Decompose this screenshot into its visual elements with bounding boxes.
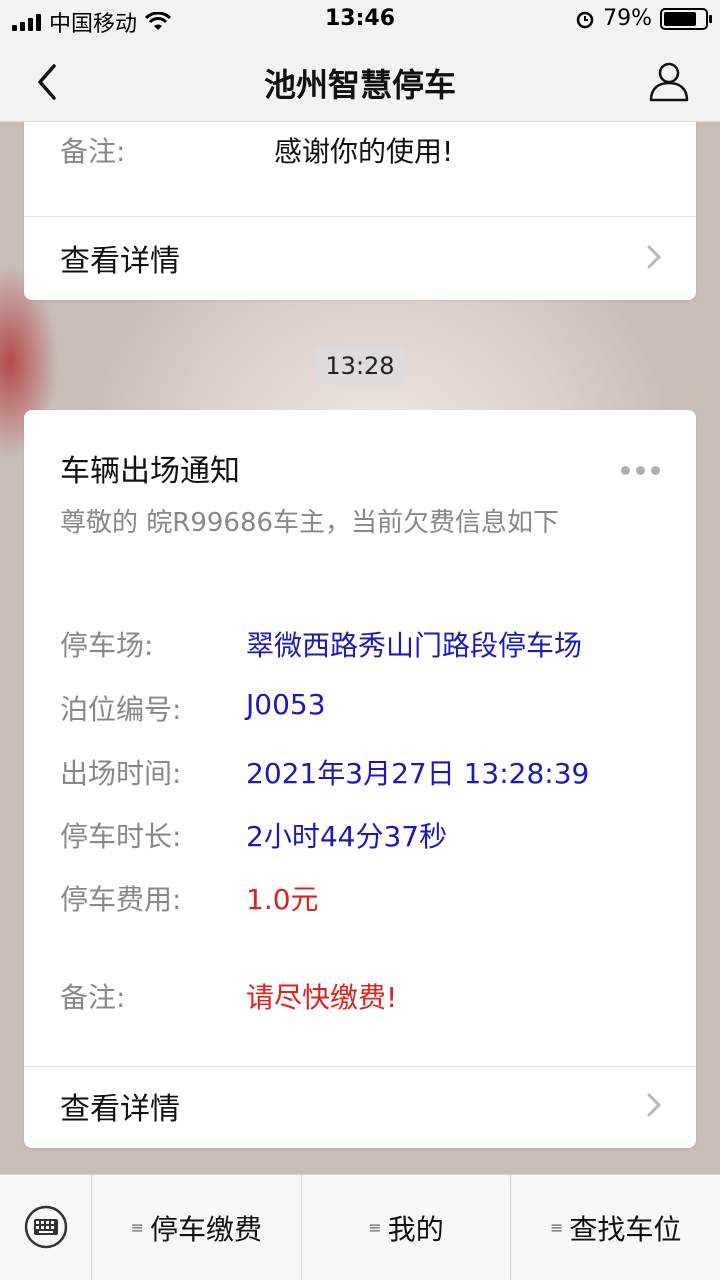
card-divider (24, 216, 696, 217)
berth-number-value: J0053 (246, 688, 326, 721)
view-details-link[interactable]: 查看详情 (60, 236, 180, 280)
exit-time-label: 出场时间: (60, 757, 182, 790)
nav-bar: 池州智慧停车 (0, 40, 720, 122)
message-timestamp: 13:28 (315, 347, 405, 385)
view-details-link[interactable]: 查看详情 (60, 1084, 180, 1128)
keyboard-toggle-button[interactable] (0, 1175, 92, 1280)
menu-label: 我的 (387, 1212, 444, 1246)
duration-label: 停车时长: (60, 820, 182, 853)
chevron-right-icon (647, 245, 662, 269)
card-title: 车辆出场通知 (60, 454, 240, 489)
exit-time-value: 2021年3月27日 13:28:39 (246, 757, 590, 790)
duration-value: 2小时44分37秒 (246, 820, 448, 853)
remark-label: 备注: (60, 135, 126, 168)
menu-label: 查找车位 (569, 1212, 682, 1246)
berth-number-label: 泊位编号: (60, 693, 182, 726)
fee-value: 1.0元 (246, 883, 319, 916)
message-card-previous: 备注: 感谢你的使用! 查看详情 (24, 122, 696, 300)
battery-percent: 79% (603, 6, 652, 31)
remark-value: 请尽快缴费! (246, 981, 398, 1014)
card-divider (24, 1066, 696, 1067)
parking-lot-value: 翠微西路秀山门路段停车场 (246, 629, 583, 662)
menu-parking-payment[interactable]: ≡ 停车缴费 (92, 1175, 302, 1280)
fee-label: 停车费用: (60, 883, 182, 916)
menu-find-parking[interactable]: ≡ 查找车位 (511, 1175, 720, 1280)
card-subtitle: 尊敬的 皖R99686车主，当前欠费信息如下 (60, 508, 560, 538)
menu-mine[interactable]: ≡ 我的 (302, 1175, 512, 1280)
battery-icon (660, 7, 712, 30)
parking-lot-label: 停车场: (60, 629, 154, 662)
bottom-menu-bar: ≡ 停车缴费 ≡ 我的 ≡ 查找车位 (0, 1174, 720, 1280)
alarm-icon (576, 11, 594, 28)
user-profile-icon[interactable] (646, 58, 692, 104)
page-title: 池州智慧停车 (263, 66, 456, 104)
chevron-right-icon (647, 1093, 662, 1117)
menu-list-icon: ≡ (549, 1218, 564, 1237)
menu-list-icon: ≡ (130, 1218, 145, 1237)
menu-list-icon: ≡ (368, 1218, 382, 1237)
remark-value: 感谢你的使用! (274, 135, 454, 168)
message-card-exit-notice: 车辆出场通知 尊敬的 皖R99686车主，当前欠费信息如下 停车场: 翠微西路秀… (24, 410, 696, 1148)
keyboard-icon (24, 1205, 68, 1249)
status-bar: 中国移动 13:46 79% (0, 0, 720, 40)
menu-label: 停车缴费 (150, 1212, 263, 1246)
more-options-icon[interactable] (621, 466, 660, 475)
remark-label: 备注: (60, 981, 126, 1014)
